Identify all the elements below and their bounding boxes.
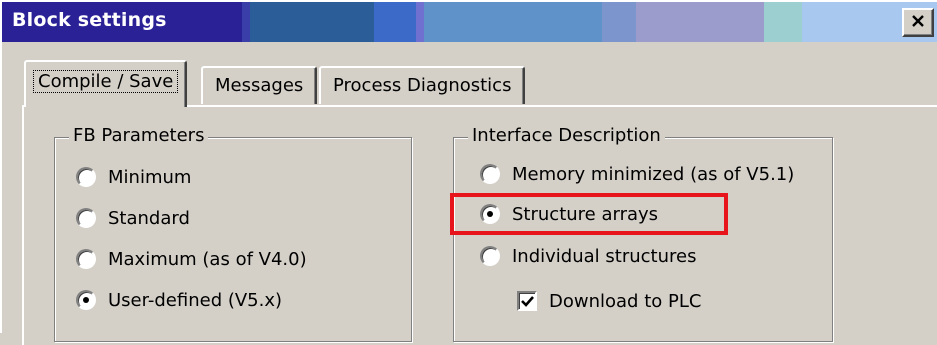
window-title: Block settings (12, 9, 167, 31)
tab-label: Compile / Save (33, 70, 179, 93)
close-button[interactable] (902, 8, 934, 37)
title-band (416, 2, 424, 42)
title-band (602, 2, 636, 42)
title-bar[interactable]: Block settings (2, 2, 937, 42)
title-band (636, 2, 764, 42)
tab-messages[interactable]: Messages (201, 66, 318, 104)
block-settings-dialog: Block settings Compile / Save Messages P… (0, 0, 937, 345)
title-band (424, 2, 602, 42)
tab-label: Messages (215, 75, 304, 96)
title-band (374, 2, 416, 42)
tab-process-diagnostics[interactable]: Process Diagnostics (319, 66, 526, 104)
title-band (250, 2, 374, 42)
title-band (764, 2, 802, 42)
tab-compile-save[interactable]: Compile / Save (24, 60, 188, 107)
close-icon (911, 12, 925, 33)
highlight-box (450, 193, 728, 235)
tab-label: Process Diagnostics (333, 75, 512, 96)
title-band (242, 2, 250, 42)
